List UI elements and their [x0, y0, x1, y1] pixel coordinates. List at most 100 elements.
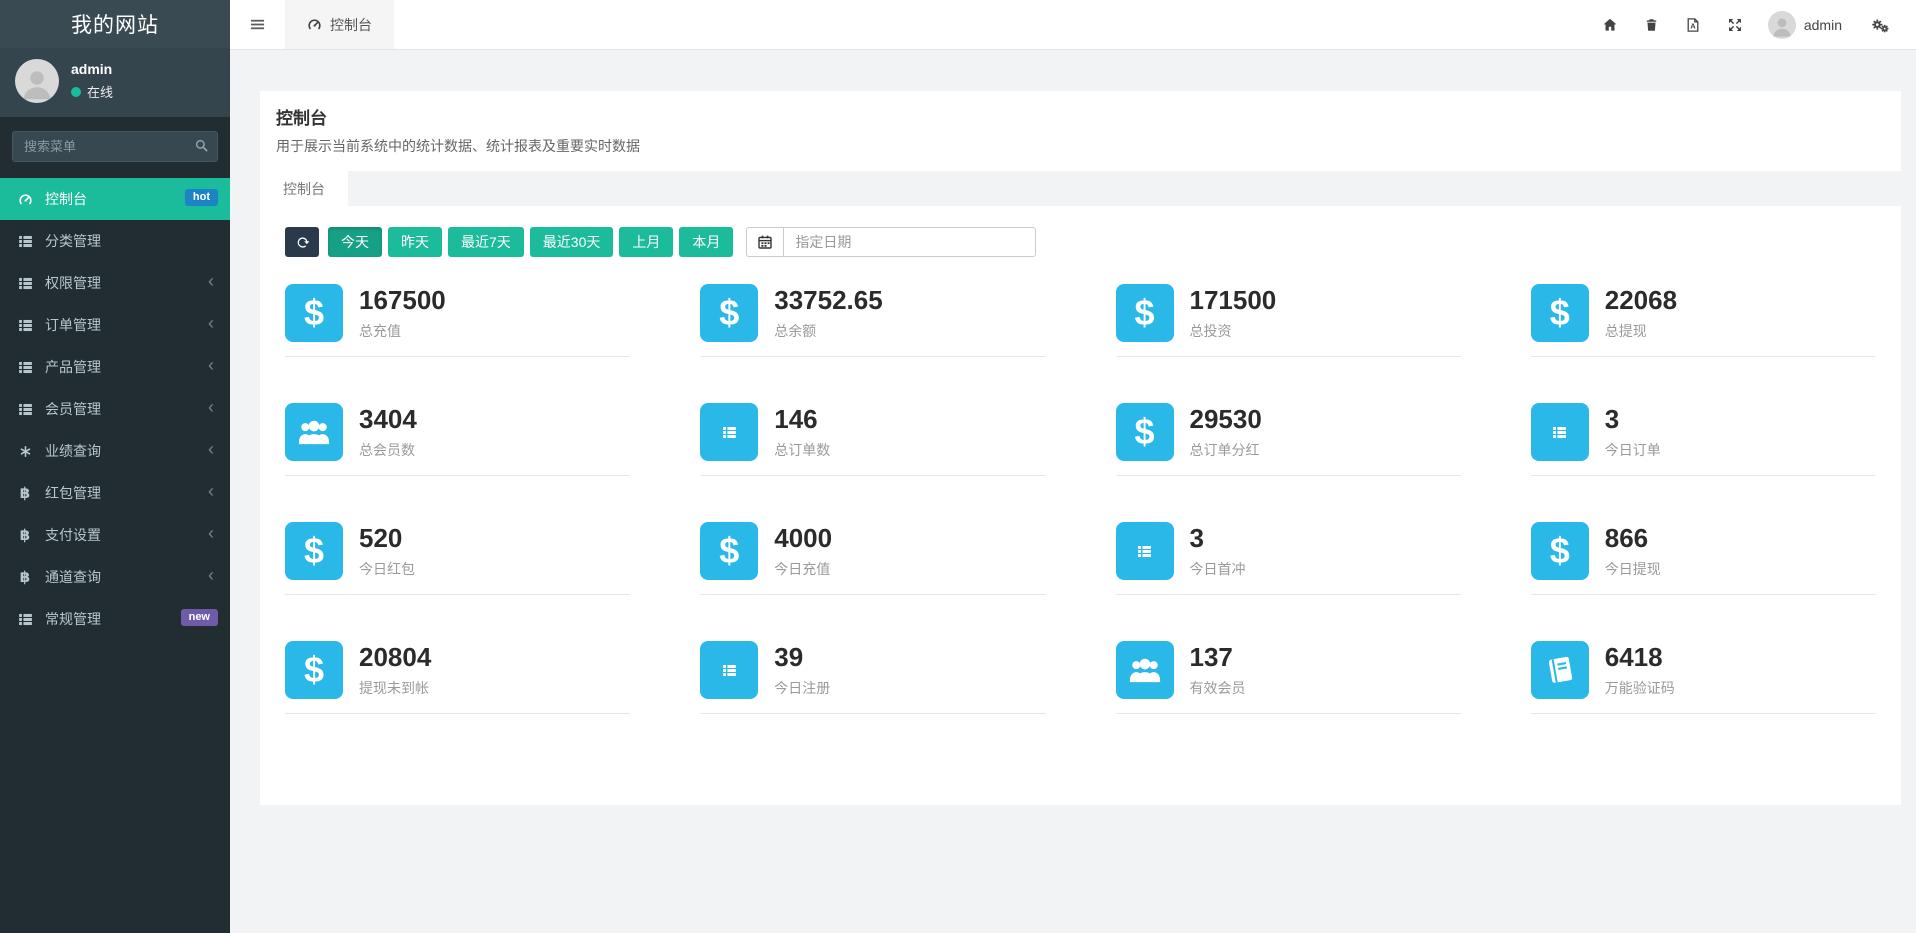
stat-value: 866: [1605, 525, 1661, 552]
menu-badge: new: [181, 609, 218, 626]
sidebar-search: [12, 131, 218, 162]
sidebar-menu-item[interactable]: 业绩查询 ‹: [0, 430, 230, 472]
sidebar-menu-item[interactable]: 控制台 hot: [0, 178, 230, 220]
tab-dashboard[interactable]: 控制台: [260, 171, 348, 206]
stat-card: $ 22068 总提现: [1531, 284, 1876, 357]
list-icon: [700, 403, 758, 461]
stat-card: $ 167500 总充值: [285, 284, 630, 357]
dashboard-icon: [14, 192, 36, 207]
calendar-button[interactable]: [746, 227, 783, 257]
bitcoin-icon: ฿: [14, 528, 36, 543]
stat-value: 3404: [359, 406, 417, 433]
cogs-icon[interactable]: [1858, 17, 1902, 33]
stat-card: $ 4000 今日充值: [700, 522, 1045, 595]
person-icon: [1769, 13, 1795, 39]
sidebar-toggle-button[interactable]: [230, 0, 285, 49]
sidebar-menu-item[interactable]: ฿ 通道查询 ‹: [0, 556, 230, 598]
sidebar-menu-item[interactable]: ฿ 支付设置 ‹: [0, 514, 230, 556]
stat-label: 总订单分红: [1190, 440, 1262, 460]
date-filter-button[interactable]: 上月: [619, 227, 673, 257]
search-icon[interactable]: [194, 138, 209, 153]
sidebar-item-label: 分类管理: [45, 231, 101, 251]
chevron-left-icon: ‹: [208, 482, 214, 500]
fullscreen-icon[interactable]: [1714, 17, 1756, 33]
chevron-left-icon: ‹: [208, 524, 214, 542]
stat-value: 146: [774, 406, 830, 433]
sidebar-menu-item[interactable]: 产品管理 ‹: [0, 346, 230, 388]
dashboard-panel: 今天昨天最近7天最近30天上月本月 $ 167500 总充值 $ 33752.6…: [260, 206, 1901, 805]
sidebar-menu-item[interactable]: 订单管理 ‹: [0, 304, 230, 346]
list-icon: [14, 360, 36, 375]
dollar-icon: $: [700, 284, 758, 342]
navbar-avatar[interactable]: [1768, 11, 1796, 39]
trash-icon[interactable]: [1631, 17, 1672, 33]
user-name: admin: [71, 61, 113, 77]
sidebar-item-label: 支付设置: [45, 525, 101, 545]
stat-card: $ 29530 总订单分红: [1116, 403, 1461, 476]
sidebar-menu-item[interactable]: 会员管理 ‹: [0, 388, 230, 430]
home-icon[interactable]: [1589, 17, 1631, 33]
sidebar-menu-item[interactable]: 常规管理 new: [0, 598, 230, 640]
stat-value: 3: [1190, 525, 1246, 552]
main-area: 控制台 A admin 控制台 用于展示当前系统中的统计数据、统计报表及重要实时…: [230, 0, 1916, 933]
stat-label: 总会员数: [359, 440, 417, 460]
navbar-tab-dashboard[interactable]: 控制台: [285, 0, 394, 49]
sidebar-menu-item[interactable]: 权限管理 ‹: [0, 262, 230, 304]
stat-label: 总提现: [1605, 321, 1677, 341]
list-icon: [14, 612, 36, 627]
language-icon[interactable]: A: [1672, 17, 1714, 33]
navbar-username[interactable]: admin: [1804, 17, 1842, 33]
date-filter-button[interactable]: 最近7天: [448, 227, 524, 257]
dollar-icon: $: [1531, 522, 1589, 580]
users-icon: [1116, 641, 1174, 699]
dollar-icon: $: [1116, 284, 1174, 342]
dollar-icon: $: [1116, 403, 1174, 461]
user-panel: admin 在线: [0, 48, 230, 117]
stat-card: 3 今日订单: [1531, 403, 1876, 476]
list-icon: [14, 318, 36, 333]
chevron-left-icon: ‹: [208, 314, 214, 332]
sidebar-item-label: 常规管理: [45, 609, 101, 629]
date-input-group: [746, 227, 1036, 257]
sidebar-menu-item[interactable]: 分类管理: [0, 220, 230, 262]
stat-value: 171500: [1190, 287, 1277, 314]
user-status: 在线: [71, 82, 113, 101]
chevron-left-icon: ‹: [208, 398, 214, 416]
stat-label: 总充值: [359, 321, 446, 341]
sidebar: 我的网站 admin 在线 控制台 hot 分类管理: [0, 0, 230, 933]
date-filter-button[interactable]: 最近30天: [530, 227, 614, 257]
stat-label: 今日注册: [774, 678, 830, 698]
sidebar-search-input[interactable]: [12, 131, 218, 162]
hamburger-icon: [249, 17, 266, 32]
stat-value: 4000: [774, 525, 832, 552]
app-root: 我的网站 admin 在线 控制台 hot 分类管理: [0, 0, 1916, 933]
date-input[interactable]: [783, 227, 1036, 257]
page-title: 控制台: [276, 104, 1885, 129]
stat-label: 今日提现: [1605, 559, 1661, 579]
stat-label: 总余额: [774, 321, 882, 341]
chevron-left-icon: ‹: [208, 440, 214, 458]
sidebar-item-label: 订单管理: [45, 315, 101, 335]
stat-value: 22068: [1605, 287, 1677, 314]
sidebar-menu-item[interactable]: ฿ 红包管理 ‹: [0, 472, 230, 514]
date-filter-toolbar: 今天昨天最近7天最近30天上月本月: [285, 227, 1876, 257]
stat-card: $ 520 今日红包: [285, 522, 630, 595]
tabs-row: 控制台: [260, 171, 1901, 206]
stat-value: 520: [359, 525, 415, 552]
stat-card: 137 有效会员: [1116, 641, 1461, 714]
brand-title: 我的网站: [0, 0, 230, 48]
bitcoin-icon: ฿: [14, 570, 36, 585]
refresh-icon: [295, 235, 310, 250]
refresh-button[interactable]: [285, 227, 319, 257]
list-icon: [14, 402, 36, 417]
date-filter-button[interactable]: 昨天: [388, 227, 442, 257]
stat-value: 3: [1605, 406, 1661, 433]
date-filter-button[interactable]: 今天: [328, 227, 382, 257]
page-header: 控制台 用于展示当前系统中的统计数据、统计报表及重要实时数据: [260, 91, 1901, 171]
stat-label: 今日红包: [359, 559, 415, 579]
top-navbar: 控制台 A admin: [230, 0, 1916, 50]
dollar-icon: $: [700, 522, 758, 580]
sidebar-item-label: 权限管理: [45, 273, 101, 293]
stat-card: 146 总订单数: [700, 403, 1045, 476]
date-filter-button[interactable]: 本月: [679, 227, 733, 257]
